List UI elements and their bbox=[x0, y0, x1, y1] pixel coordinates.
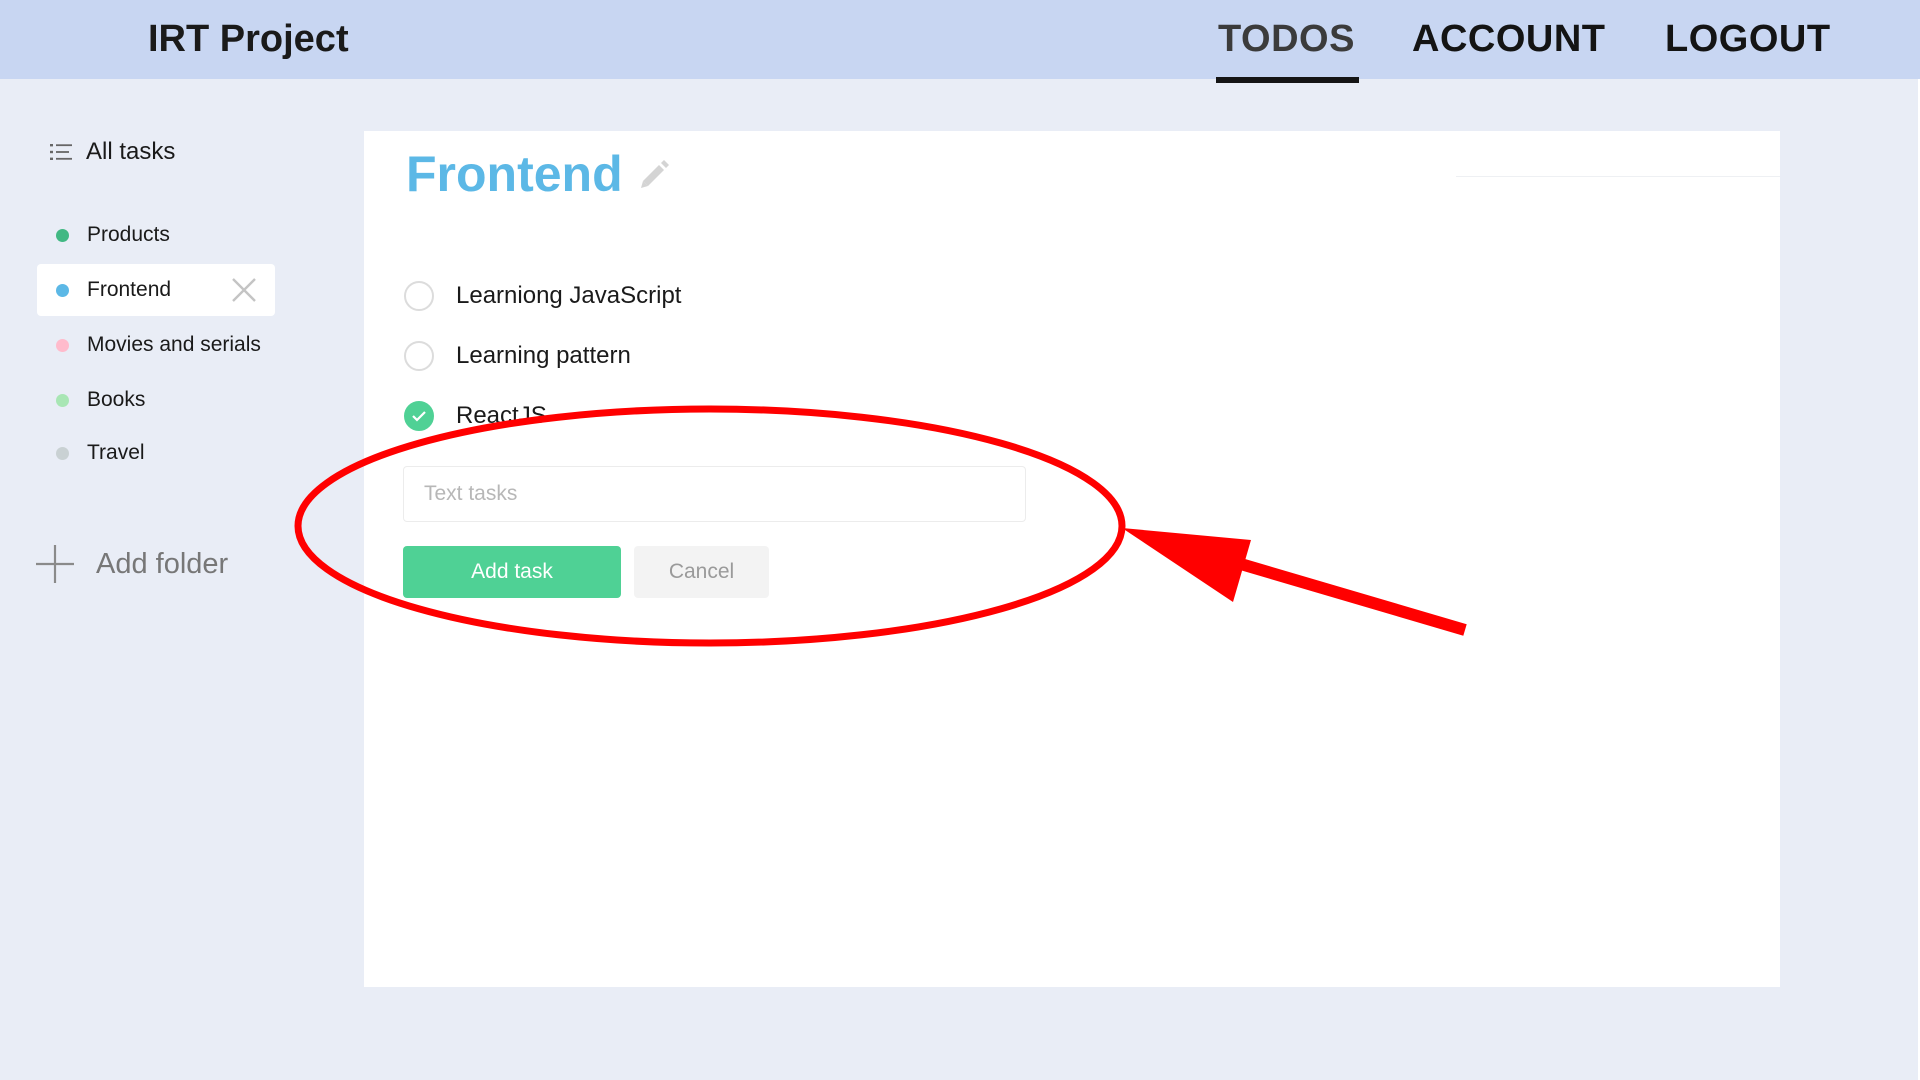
pencil-edit-icon[interactable] bbox=[637, 157, 671, 191]
task-checkbox[interactable] bbox=[404, 341, 434, 371]
folder-label: Products bbox=[87, 223, 170, 246]
cancel-button[interactable]: Cancel bbox=[634, 546, 769, 598]
folder-color-dot bbox=[56, 338, 69, 352]
task-text: ReactJS bbox=[456, 402, 547, 429]
task-text: Learniong JavaScript bbox=[456, 282, 682, 309]
task-item[interactable]: Learniong JavaScript bbox=[404, 281, 681, 311]
new-task-input[interactable] bbox=[403, 466, 1026, 522]
folder-color-dot bbox=[56, 228, 69, 242]
sidebar-all-tasks[interactable]: All tasks bbox=[50, 138, 175, 166]
task-item[interactable]: Learning pattern bbox=[404, 341, 631, 371]
add-task-button[interactable]: Add task bbox=[403, 546, 621, 598]
folder-color-dot bbox=[56, 393, 69, 407]
divider bbox=[1456, 176, 1780, 177]
top-navbar: IRT Project TODOS ACCOUNT LOGOUT bbox=[0, 0, 1920, 83]
add-folder-button[interactable]: Add folder bbox=[34, 543, 228, 585]
folder-title-row: Frontend bbox=[406, 145, 671, 203]
sidebar-item-movies-and-serials[interactable]: Movies and serials bbox=[37, 319, 275, 371]
task-checkbox[interactable] bbox=[404, 281, 434, 311]
folder-label: Frontend bbox=[87, 278, 172, 301]
task-checkbox-checked[interactable] bbox=[404, 401, 434, 431]
task-item[interactable]: ReactJS bbox=[404, 401, 547, 431]
folder-color-dot bbox=[56, 446, 69, 460]
folder-color-dot bbox=[56, 283, 69, 297]
all-tasks-label: All tasks bbox=[86, 138, 176, 165]
sidebar-item-travel[interactable]: Travel bbox=[37, 427, 275, 479]
folder-label: Travel bbox=[87, 441, 145, 464]
close-icon[interactable] bbox=[231, 277, 257, 303]
sidebar-item-frontend[interactable]: Frontend bbox=[37, 264, 275, 316]
nav-logout-link[interactable]: LOGOUT bbox=[1665, 18, 1831, 61]
list-icon bbox=[50, 144, 72, 160]
check-icon bbox=[412, 411, 426, 422]
page-title: Frontend bbox=[406, 146, 623, 202]
folder-label: Books bbox=[87, 388, 146, 411]
task-text: Learning pattern bbox=[456, 342, 631, 369]
folder-label: Movies and serials bbox=[87, 333, 261, 356]
tasks-panel: Frontend Learniong JavaScript Learning p… bbox=[364, 131, 1780, 987]
sidebar-item-products[interactable]: Products bbox=[37, 209, 275, 261]
plus-icon bbox=[36, 545, 74, 583]
nav-todos-link[interactable]: TODOS bbox=[1218, 18, 1355, 61]
sidebar-item-books[interactable]: Books bbox=[37, 374, 275, 426]
active-nav-indicator bbox=[1216, 77, 1359, 83]
nav-account-link[interactable]: ACCOUNT bbox=[1412, 18, 1605, 61]
brand-title: IRT Project bbox=[148, 18, 349, 60]
add-folder-label: Add folder bbox=[96, 547, 229, 580]
